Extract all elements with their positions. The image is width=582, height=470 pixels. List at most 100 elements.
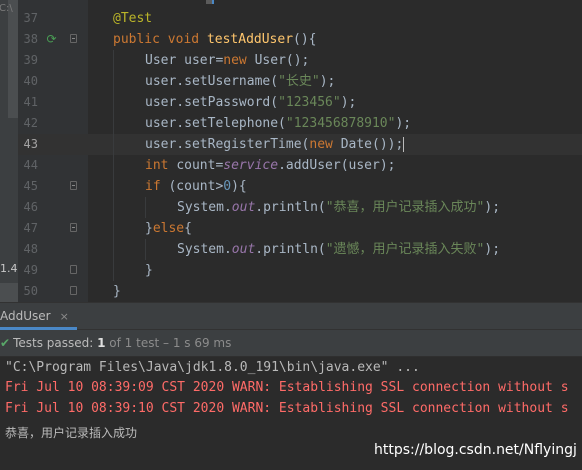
- code-token: new: [309, 137, 341, 152]
- code-text: user.setRegisterTime(new Date());: [145, 134, 405, 155]
- check-icon: ✔: [0, 336, 11, 350]
- code-lines: 37 @Test 38 ⟳ public void testAddUser(){39 Us…: [0, 8, 582, 302]
- test-duration: – 1 s 69 ms: [163, 336, 232, 350]
- code-token: void: [167, 32, 207, 47]
- line-number: 45: [23, 179, 38, 193]
- code-line[interactable]: 46 System.out.println("恭喜，用户记录插入成功");: [0, 197, 582, 218]
- code-token: user.setPassword(: [145, 95, 279, 110]
- code-token: "恭喜，用户记录插入成功": [325, 200, 485, 215]
- indent-guide: [113, 155, 114, 176]
- indent-guide: [113, 218, 114, 239]
- fold-marker-icon[interactable]: [70, 181, 77, 190]
- code-token: Date());: [340, 137, 404, 152]
- code-token: (count>: [168, 179, 224, 194]
- caret-marker: [212, 0, 214, 4]
- code-line[interactable]: 45 if (count>0){: [0, 176, 582, 197]
- fold-marker-icon[interactable]: [70, 223, 77, 232]
- code-line[interactable]: 49}: [0, 260, 582, 281]
- code-token: 0: [223, 179, 232, 194]
- code-token: User();: [254, 53, 310, 68]
- fold-marker-icon[interactable]: [70, 34, 77, 43]
- code-line[interactable]: 43 user.setRegisterTime(new Date());: [0, 134, 582, 155]
- code-text: }else{: [145, 218, 192, 239]
- line-number: 50: [23, 284, 38, 298]
- code-text: User user=new User();: [145, 50, 309, 71]
- code-token: @Test: [113, 11, 153, 26]
- line-number: 44: [23, 158, 38, 172]
- code-token: testAddUser: [206, 32, 294, 47]
- code-line[interactable]: 41 user.setPassword("123456");: [0, 92, 582, 113]
- code-line[interactable]: 47}else{: [0, 218, 582, 239]
- indent-guide: [113, 113, 114, 134]
- line-number: 46: [23, 200, 38, 214]
- code-token: }: [145, 263, 153, 278]
- code-line[interactable]: 50}: [0, 281, 582, 302]
- code-line[interactable]: 48 System.out.println("遗憾，用户记录插入失败");: [0, 239, 582, 260]
- fold-marker-icon[interactable]: [70, 265, 77, 274]
- code-line[interactable]: 40 user.setUsername("长史");: [0, 71, 582, 92]
- code-token: );: [484, 242, 501, 257]
- code-token: if: [145, 179, 169, 194]
- line-number: 43: [23, 137, 38, 151]
- code-token: );: [395, 116, 412, 131]
- code-token: User user=: [145, 53, 224, 68]
- code-token: }: [113, 284, 121, 299]
- code-line[interactable]: 38 ⟳ public void testAddUser(){: [0, 29, 582, 50]
- run-tool-window-header: AddUser ×: [0, 302, 582, 330]
- code-token: out: [231, 200, 256, 215]
- code-token: new: [223, 53, 255, 68]
- line-number: 38: [23, 32, 38, 46]
- code-text: user.setUsername("长史");: [145, 71, 335, 92]
- code-token: ){: [231, 179, 247, 194]
- code-token: System.: [177, 200, 232, 215]
- code-text: System.out.println("遗憾，用户记录插入失败");: [177, 239, 500, 260]
- code-line[interactable]: 37 @Test: [0, 8, 582, 29]
- code-token: "123456": [278, 95, 341, 110]
- code-token: (){: [293, 32, 317, 47]
- test-total: of 1 test: [109, 336, 160, 350]
- code-token: .println(: [255, 242, 326, 257]
- indent-guide: [113, 260, 114, 281]
- code-line[interactable]: 42 user.setTelephone("123456878910");: [0, 113, 582, 134]
- indent-guide: [113, 176, 114, 197]
- project-panel-handle[interactable]: [8, 0, 18, 118]
- code-text: if (count>0){: [145, 176, 247, 197]
- fold-marker-icon[interactable]: [70, 286, 77, 295]
- code-token: );: [340, 95, 357, 110]
- indent-guide: [113, 71, 114, 92]
- code-text: public void testAddUser(){: [113, 29, 317, 50]
- code-token: public: [113, 32, 168, 47]
- code-token: user.setUsername(: [145, 74, 279, 89]
- code-text: }: [113, 281, 121, 302]
- code-token: );: [319, 74, 336, 89]
- run-tab-adduser[interactable]: AddUser ×: [0, 303, 77, 330]
- test-status-bar: ✔ Tests passed: 1 of 1 test – 1 s 69 ms: [0, 330, 582, 357]
- code-token: else: [152, 221, 185, 236]
- code-token: user.setTelephone(: [145, 116, 286, 131]
- code-token: count=: [176, 158, 224, 173]
- indent-guide: [113, 239, 114, 260]
- code-token: .addUser(user);: [278, 158, 396, 173]
- code-token: out: [231, 242, 256, 257]
- code-text: int count=service.addUser(user);: [145, 155, 395, 176]
- console-line-command: "C:\Program Files\Java\jdk1.8.0_191\bin\…: [5, 360, 420, 375]
- passed-count: 1: [97, 336, 106, 350]
- indent-guide: [113, 197, 114, 218]
- line-number: 37: [23, 11, 38, 25]
- indent-guide: [113, 134, 114, 155]
- code-line[interactable]: 44 int count=service.addUser(user);: [0, 155, 582, 176]
- run-tab-label: AddUser: [0, 309, 51, 323]
- code-token: }: [145, 221, 153, 236]
- code-editor[interactable]: 37 @Test 38 ⟳ public void testAddUser(){39 Us…: [0, 0, 582, 302]
- indent-guide: [145, 197, 146, 218]
- run-test-icon[interactable]: ⟳: [45, 33, 58, 46]
- structure-panel-handle[interactable]: [0, 283, 18, 302]
- code-token: "遗憾，用户记录插入失败": [325, 242, 485, 257]
- code-token: "123456878910": [285, 116, 396, 131]
- path-fragment: C:\: [0, 3, 13, 14]
- console-line-warn-2: Fri Jul 10 08:39:10 CST 2020 WARN: Estab…: [5, 401, 569, 416]
- code-line[interactable]: 39 User user=new User();: [0, 50, 582, 71]
- indent-guide: [145, 239, 146, 260]
- indent-guide: [113, 92, 114, 113]
- close-icon[interactable]: ×: [60, 310, 69, 323]
